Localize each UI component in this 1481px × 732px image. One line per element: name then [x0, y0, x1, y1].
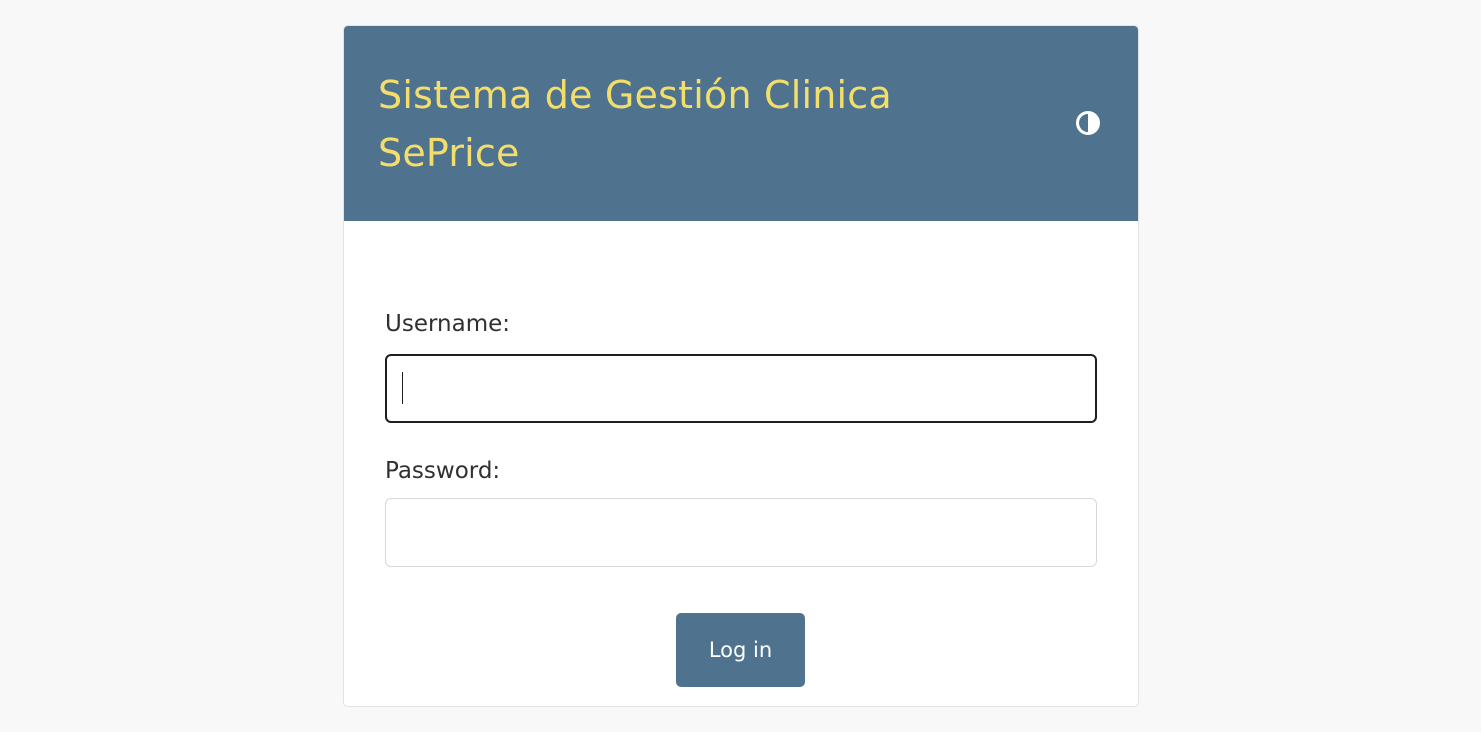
username-input[interactable] [385, 354, 1097, 423]
username-label: Username: [385, 311, 510, 337]
login-form: Username: Password: Log in [344, 221, 1138, 706]
login-card: Sistema de Gestión Clinica SePrice Usern… [343, 25, 1139, 707]
app-title: Sistema de Gestión Clinica SePrice [378, 73, 892, 175]
password-label: Password: [385, 458, 501, 484]
theme-toggle-button[interactable] [1075, 110, 1101, 136]
half-circle-contrast-icon [1076, 111, 1100, 135]
text-cursor [402, 372, 403, 404]
login-button[interactable]: Log in [676, 613, 805, 687]
login-header: Sistema de Gestión Clinica SePrice [344, 26, 1138, 221]
password-input[interactable] [385, 498, 1097, 567]
